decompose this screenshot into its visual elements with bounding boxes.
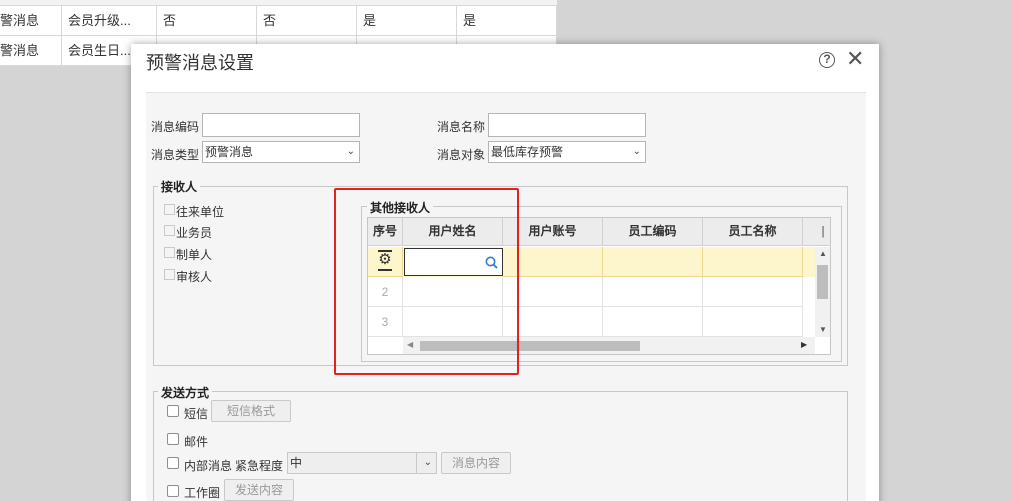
receiver-label: 制单人 <box>176 248 213 262</box>
column-header-more: | <box>803 218 830 246</box>
workcircle-checkbox[interactable] <box>167 485 179 497</box>
grid-cell[interactable] <box>703 277 803 307</box>
urgency-value: 中 <box>290 456 303 470</box>
chevron-down-icon: ⌄ <box>346 146 355 157</box>
close-icon[interactable]: ✕ <box>846 46 864 72</box>
scroll-down-arrow[interactable]: ▼ <box>819 325 827 334</box>
chevron-down-icon: ⌄ <box>632 146 641 157</box>
grid-cell[interactable] <box>703 307 803 337</box>
email-checkbox[interactable] <box>167 433 179 445</box>
dialog-title: 预警消息设置 <box>146 53 254 73</box>
column-header-employee-name[interactable]: 员工名称 <box>703 218 803 246</box>
bg-cell: 警消息 <box>0 36 62 66</box>
bg-cell: 否 <box>257 6 357 36</box>
grid-cell[interactable] <box>603 307 703 337</box>
receivers-legend: 接收人 <box>158 178 201 195</box>
sms-label: 短信 <box>184 407 209 421</box>
receiver-label: 审核人 <box>176 270 213 284</box>
internal-message-label: 内部消息 <box>184 459 233 473</box>
send-method-legend: 发送方式 <box>158 384 213 401</box>
vertical-scroll-thumb[interactable] <box>817 265 828 299</box>
message-target-select[interactable]: 最低库存预警 ⌄ <box>488 141 646 163</box>
email-label: 邮件 <box>184 435 209 449</box>
message-code-label: 消息编码 <box>151 120 200 134</box>
internal-message-checkbox[interactable] <box>167 457 179 469</box>
vertical-scrollbar[interactable]: ▲ ▼ <box>815 247 830 337</box>
message-type-select[interactable]: 预警消息 ⌄ <box>202 141 360 163</box>
scroll-right-arrow[interactable]: ▶ <box>801 340 807 349</box>
message-type-label: 消息类型 <box>151 148 200 162</box>
message-name-input[interactable] <box>488 113 646 137</box>
bg-cell: 警消息 <box>0 6 62 36</box>
urgency-label: 紧急程度 <box>235 459 284 473</box>
bg-cell: 是 <box>457 6 557 36</box>
message-name-label: 消息名称 <box>437 120 486 134</box>
receiver-checkbox[interactable] <box>164 269 175 280</box>
grid-cell[interactable] <box>603 247 703 277</box>
message-type-value: 预警消息 <box>205 145 254 159</box>
receiver-label: 往来单位 <box>176 205 225 219</box>
chevron-down-icon: ⌄ <box>423 457 432 468</box>
question-circle-icon[interactable]: ? <box>819 52 835 68</box>
message-target-label: 消息对象 <box>437 148 486 162</box>
highlight-box <box>334 188 519 375</box>
message-target-value: 最低库存预警 <box>491 145 564 159</box>
select-divider <box>416 453 417 473</box>
sms-format-button[interactable]: 短信格式 <box>211 400 291 422</box>
receiver-checkbox[interactable] <box>164 225 175 236</box>
receiver-checkbox[interactable] <box>164 247 175 258</box>
receiver-checkbox[interactable] <box>164 204 175 215</box>
bg-cell: 否 <box>157 6 257 36</box>
bg-cell: 会员升级... <box>62 6 157 36</box>
grid-cell[interactable] <box>703 247 803 277</box>
background-table-row: 警消息 会员升级... 否 否 是 是 <box>0 6 557 36</box>
grid-cell[interactable] <box>603 277 703 307</box>
message-content-button[interactable]: 消息内容 <box>441 452 511 474</box>
send-content-button[interactable]: 发送内容 <box>224 479 294 501</box>
workcircle-label: 工作圈 <box>184 486 221 500</box>
bg-cell: 是 <box>357 6 457 36</box>
scroll-up-arrow[interactable]: ▲ <box>819 249 827 258</box>
message-code-input[interactable] <box>202 113 360 137</box>
urgency-select[interactable]: 中 ⌄ <box>287 452 437 474</box>
column-header-employee-code[interactable]: 员工编码 <box>603 218 703 246</box>
receiver-label: 业务员 <box>176 226 213 240</box>
sms-checkbox[interactable] <box>167 405 179 417</box>
